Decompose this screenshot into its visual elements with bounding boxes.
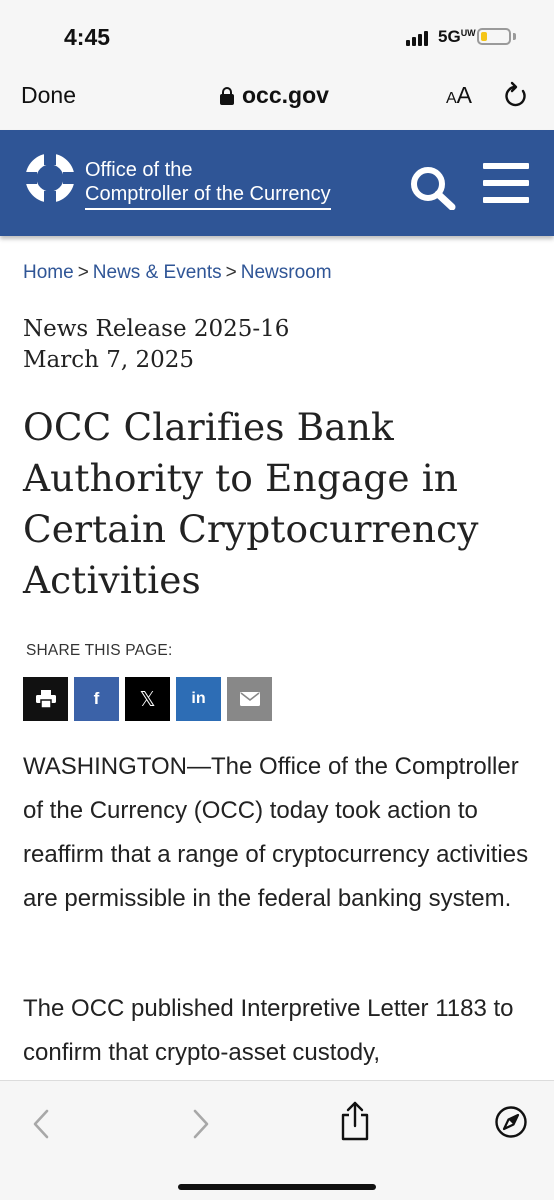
network-suffix: UW <box>460 28 476 38</box>
network-label: 5G <box>438 27 461 46</box>
battery-tip <box>513 33 516 40</box>
text-size-big: A <box>456 82 473 108</box>
forward-icon[interactable] <box>190 1107 212 1141</box>
release-number: News Release 2025-16 <box>23 316 290 342</box>
site-name-line1: Office of the <box>85 159 193 181</box>
article-title: OCC Clarifies Bank Authority to Engage i… <box>23 405 479 602</box>
safari-compass-icon[interactable] <box>494 1105 528 1139</box>
breadcrumb-home[interactable]: Home <box>23 262 74 283</box>
done-button[interactable]: Done <box>21 82 76 109</box>
url-text: occ.gov <box>242 82 329 108</box>
breadcrumb: Home > News & Events > Newsroom <box>23 262 332 284</box>
lock-icon <box>220 86 234 105</box>
status-bar: 4:45 5GUW <box>0 0 554 62</box>
linkedin-share-button[interactable]: in <box>176 677 221 721</box>
print-button[interactable] <box>23 677 68 721</box>
home-indicator[interactable] <box>178 1184 376 1190</box>
site-name-line2: Comptroller of the Currency <box>85 182 331 210</box>
network-indicator: 5GUW <box>438 27 476 47</box>
address-bar[interactable]: occ.gov <box>220 82 329 109</box>
email-icon <box>239 692 260 706</box>
facebook-share-button[interactable]: f <box>74 677 119 721</box>
breadcrumb-separator: > <box>225 262 237 283</box>
linkedin-icon: in <box>191 690 206 707</box>
bottom-toolbar <box>0 1080 554 1200</box>
breadcrumb-newsroom[interactable]: Newsroom <box>241 262 332 283</box>
cellular-signal-icon <box>406 30 432 46</box>
release-date: March 7, 2025 <box>23 347 195 373</box>
release-info: News Release 2025-16 March 7, 2025 <box>23 314 289 376</box>
site-header: Office of the Comptroller of the Currenc… <box>0 130 554 236</box>
status-time: 4:45 <box>64 24 111 50</box>
x-icon: 𝕏 <box>139 688 156 711</box>
reload-icon[interactable] <box>503 81 529 109</box>
share-icon[interactable] <box>339 1101 371 1141</box>
article-paragraph: The OCC published Interpretive Letter 11… <box>23 995 514 1066</box>
text-size-button[interactable]: AA <box>446 82 472 109</box>
occ-logo[interactable] <box>24 152 76 204</box>
search-icon[interactable] <box>408 166 456 210</box>
x-share-button[interactable]: 𝕏 <box>125 677 170 721</box>
breadcrumb-news-events[interactable]: News & Events <box>93 262 222 283</box>
print-icon <box>35 690 56 708</box>
text-size-small: A <box>446 90 457 107</box>
article-paragraph: WASHINGTON—The Office of the Comptroller… <box>23 753 529 912</box>
site-name[interactable]: Office of the Comptroller of the Currenc… <box>85 158 331 210</box>
battery-icon <box>477 28 511 45</box>
email-share-button[interactable] <box>227 677 272 721</box>
browser-toolbar: Done occ.gov AA <box>0 62 554 130</box>
share-buttons: f 𝕏 in <box>23 677 272 721</box>
battery-level <box>481 32 487 41</box>
share-label: SHARE THIS PAGE: <box>26 642 173 659</box>
menu-icon[interactable] <box>483 163 529 203</box>
back-icon[interactable] <box>30 1107 52 1141</box>
breadcrumb-separator: > <box>77 262 89 283</box>
facebook-icon: f <box>93 689 100 708</box>
